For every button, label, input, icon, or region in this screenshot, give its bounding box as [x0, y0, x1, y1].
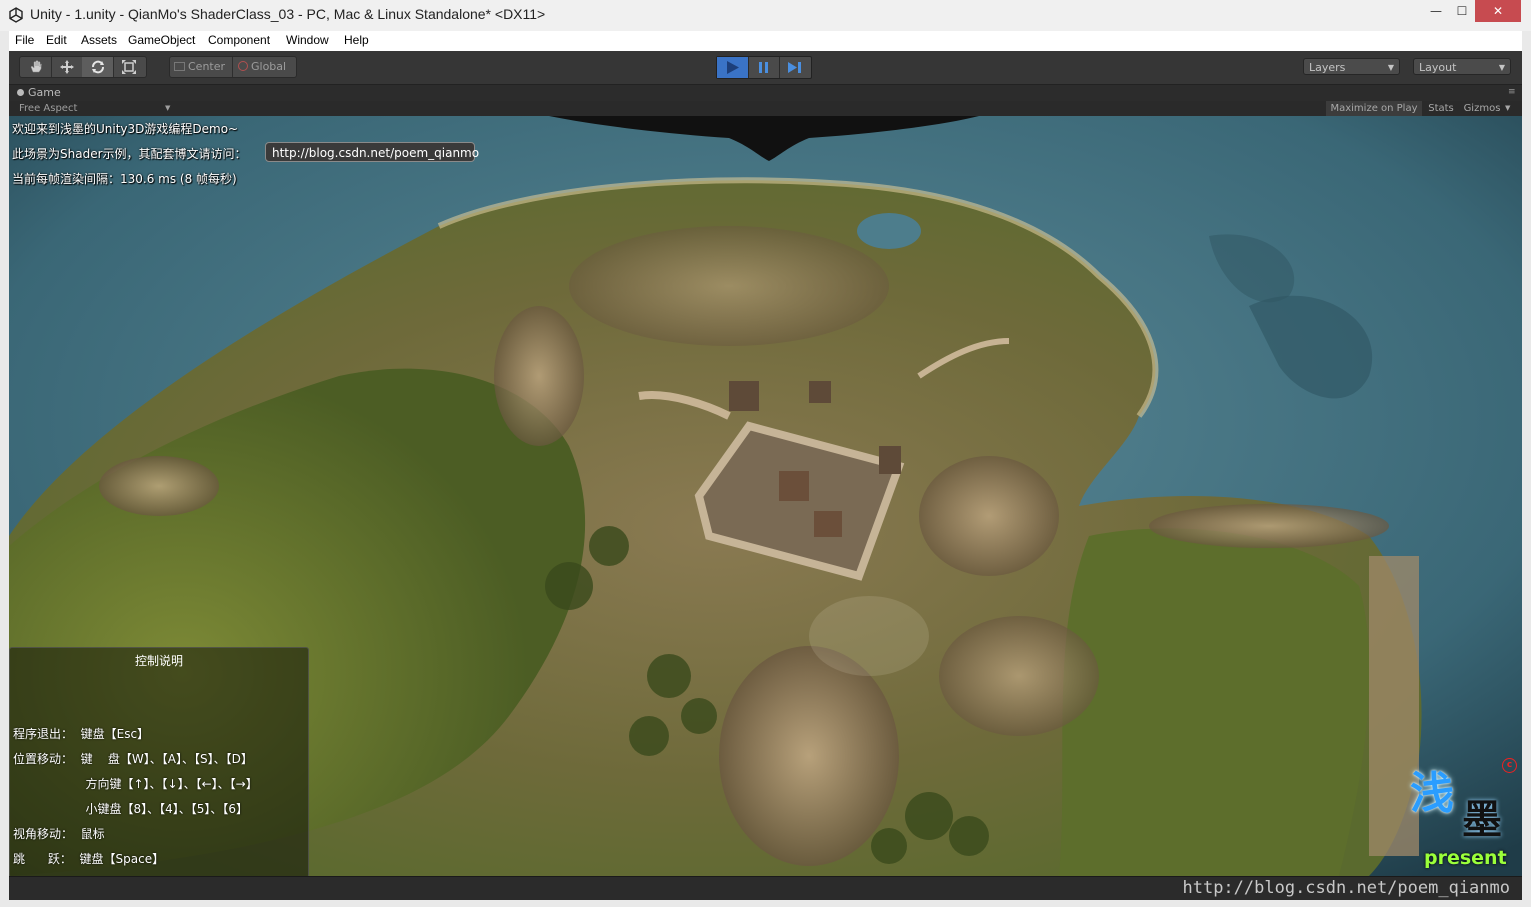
game-tab-bar: Game ≡ — [9, 85, 1522, 101]
pause-button[interactable] — [748, 57, 780, 78]
control-line-exit: 程序退出： 键盘【Esc】 — [13, 727, 150, 741]
chevron-down-icon: ▼ — [1387, 63, 1394, 72]
menu-file[interactable]: File — [15, 33, 34, 47]
play-icon — [727, 61, 739, 74]
game-viewport[interactable]: 欢迎来到浅墨的Unity3D游戏编程Demo~ 此场景为Shader示例，其配套… — [9, 116, 1522, 876]
window-titlebar: Unity - 1.unity - QianMo's ShaderClass_0… — [0, 0, 1531, 32]
logo-char-top: 浅 — [1410, 768, 1454, 819]
pivot-center-icon — [174, 62, 185, 71]
layout-label: Layout — [1419, 61, 1457, 74]
pivot-center-label: Center — [188, 60, 226, 73]
step-icon — [788, 62, 801, 73]
control-line-numpad: 小键盘【8】、【4】、【5】、【6】 — [13, 802, 249, 816]
game-view-toolbar: Free Aspect ▼ Maximize on Play Stats Giz… — [9, 101, 1522, 117]
tab-menu-icon[interactable]: ≡ — [1508, 88, 1520, 97]
copyright-mark-icon: c — [1502, 758, 1517, 773]
pivot-toggles: Center Global — [169, 56, 297, 78]
stats-toggle[interactable]: Stats — [1423, 101, 1459, 116]
unity-logo-icon — [9, 7, 23, 23]
aspect-dropdown[interactable]: Free Aspect — [19, 101, 77, 116]
step-button[interactable] — [779, 57, 810, 78]
tab-game[interactable]: Game — [9, 85, 167, 101]
chevron-down-icon[interactable]: ▼ — [1505, 101, 1510, 116]
hand-icon — [30, 60, 42, 73]
shader-info-text: 此场景为Shader示例，其配套博文请访问： — [12, 147, 247, 161]
logo-present: present — [1424, 847, 1507, 869]
frame-time-text: 当前每帧渲染间隔：130.6 ms (8 帧每秒) — [12, 172, 237, 186]
chevron-down-icon: ▼ — [1498, 63, 1505, 72]
welcome-text: 欢迎来到浅墨的Unity3D游戏编程Demo~ — [12, 122, 239, 136]
menu-help[interactable]: Help — [344, 33, 369, 47]
control-line-move: 位置移动： 键 盘【W】、【A】、【S】、【D】 — [13, 752, 253, 766]
menu-component[interactable]: Component — [208, 33, 270, 47]
transform-tools — [19, 56, 147, 78]
window-title: Unity - 1.unity - QianMo's ShaderClass_0… — [30, 6, 546, 22]
pause-icon — [759, 62, 768, 73]
watermark-text: http://blog.csdn.net/poem_qianmo — [1182, 878, 1510, 898]
hand-tool-button[interactable] — [20, 57, 52, 77]
pivot-global-label: Global — [251, 60, 287, 73]
rotate-tool-button[interactable] — [82, 57, 114, 77]
window-frame-left — [0, 31, 9, 907]
layers-label: Layers — [1309, 61, 1346, 74]
control-line-arrows: 方向键【↑】、【↓】、【←】、【→】 — [13, 777, 258, 791]
play-controls — [716, 56, 812, 79]
layout-dropdown[interactable]: Layout ▼ — [1413, 58, 1511, 75]
control-line-look: 视角移动： 鼠标 — [13, 827, 105, 841]
gizmos-toggle[interactable]: Gizmos — [1461, 101, 1503, 116]
window-frame-bottom — [0, 899, 1531, 907]
menu-bar: File Edit Assets GameObject Component Wi… — [9, 31, 1522, 51]
close-button[interactable]: ✕ — [1475, 0, 1521, 22]
pivot-center-toggle[interactable]: Center — [170, 57, 233, 77]
logo-char-mid: 墨 — [1462, 796, 1502, 843]
menu-edit[interactable]: Edit — [46, 33, 67, 47]
controls-panel-title: 控制说明 — [134, 654, 183, 668]
menu-window[interactable]: Window — [286, 33, 329, 47]
menu-gameobject[interactable]: GameObject — [128, 33, 195, 47]
scale-tool-button[interactable] — [113, 57, 145, 77]
layers-dropdown[interactable]: Layers ▼ — [1303, 58, 1400, 75]
scale-icon — [122, 60, 136, 74]
game-tab-label: Game — [28, 86, 61, 99]
qianmo-logo: 浅 墨 present c — [1406, 757, 1518, 875]
pivot-global-toggle[interactable]: Global — [234, 57, 298, 77]
blog-link-button[interactable]: http://blog.csdn.net/poem_qianmo — [265, 142, 479, 162]
move-tool-button[interactable] — [51, 57, 83, 77]
maximize-on-play-toggle[interactable]: Maximize on Play — [1326, 101, 1422, 116]
control-line-jump: 跳 跃： 键盘【Space】 — [13, 852, 165, 866]
status-bar: http://blog.csdn.net/poem_qianmo — [9, 876, 1522, 900]
menu-assets[interactable]: Assets — [81, 33, 117, 47]
minimize-button[interactable]: — — [1423, 0, 1449, 22]
rotate-icon — [91, 60, 104, 74]
controls-help-panel: 控制说明 程序退出： 键盘【Esc】 位置移动： 键 盘【W】、【A】、【S】、… — [9, 647, 309, 876]
window-frame-right — [1522, 31, 1531, 907]
move-icon — [59, 60, 74, 74]
chevron-down-icon: ▼ — [165, 104, 171, 112]
play-button[interactable] — [717, 57, 749, 78]
game-tab-icon — [17, 89, 24, 96]
maximize-button[interactable]: ☐ — [1449, 0, 1475, 22]
globe-icon — [238, 61, 248, 71]
main-toolbar: Center Global Layers ▼ Layout ▼ — [9, 51, 1522, 85]
